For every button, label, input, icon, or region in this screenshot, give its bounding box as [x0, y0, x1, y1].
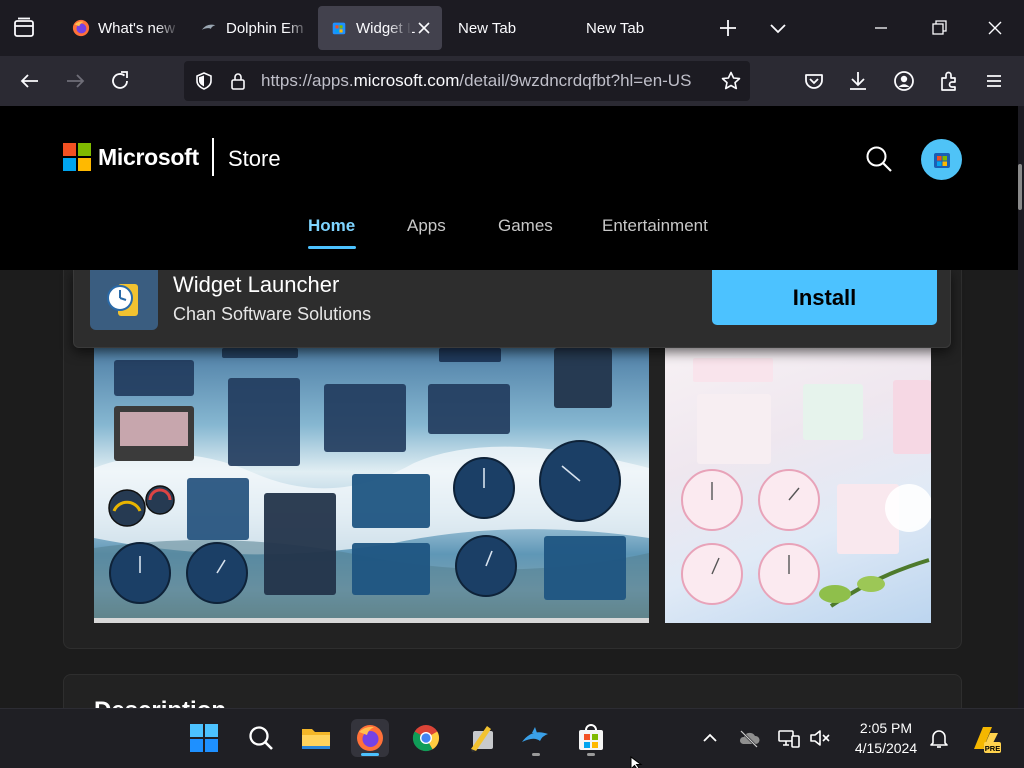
- list-all-tabs-icon[interactable]: [764, 14, 792, 42]
- running-indicator: [361, 753, 379, 756]
- windows-taskbar: 2:05 PM 4/15/2024 PRE: [0, 708, 1024, 768]
- store-wordmark[interactable]: Store: [228, 146, 281, 172]
- taskbar-microsoft-store[interactable]: [572, 719, 610, 757]
- extensions-icon[interactable]: [935, 67, 963, 95]
- microsoft-wordmark[interactable]: Microsoft: [98, 144, 199, 171]
- file-explorer-icon: [302, 729, 330, 749]
- pocket-icon[interactable]: [800, 67, 828, 95]
- clock-time: 2:05 PM: [859, 720, 913, 736]
- taskbar-search-button[interactable]: [242, 719, 280, 757]
- sticky-app-bar: Widget Launcher Chan Software Solutions …: [73, 270, 951, 348]
- url-bar[interactable]: https://apps.microsoft.com/detail/9wzdnc…: [184, 61, 750, 101]
- url-path: /detail/9wzdncrdqfbt?hl=en-US: [459, 71, 692, 90]
- page-scrollbar[interactable]: [1018, 106, 1024, 708]
- firefox-icon: [357, 725, 383, 751]
- microsoft-logo[interactable]: [63, 143, 91, 171]
- taskbar-file-explorer[interactable]: [297, 719, 335, 757]
- tab-new-tab-1[interactable]: New Tab: [446, 6, 570, 50]
- start-button[interactable]: [185, 719, 223, 757]
- new-tab-icon[interactable]: [714, 14, 742, 42]
- volume-muted-icon[interactable]: [808, 726, 832, 750]
- taskbar-paint-app[interactable]: [463, 719, 501, 757]
- taskbar-firefox[interactable]: [351, 719, 389, 757]
- url-text[interactable]: https://apps.microsoft.com/detail/9wzdnc…: [261, 71, 701, 91]
- taskbar-dolphin[interactable]: [517, 719, 555, 757]
- tab-title: New Tab: [458, 19, 517, 37]
- close-window-icon[interactable]: [980, 14, 1010, 42]
- paint-app-icon: [471, 726, 493, 752]
- tab-dolphin[interactable]: Dolphin Em: [188, 6, 310, 50]
- bookmark-star-icon[interactable]: [720, 70, 742, 92]
- reload-icon[interactable]: [106, 67, 134, 95]
- widget-screenshot-image: [681, 358, 931, 608]
- tab-strip: What's new Dolphin Em Widget L New Tab N…: [0, 0, 1024, 56]
- back-icon[interactable]: [16, 67, 44, 95]
- store-icon: [933, 152, 950, 168]
- lock-icon[interactable]: [228, 71, 248, 91]
- show-hidden-icons-chevron-icon[interactable]: [698, 726, 722, 750]
- firefox-view-icon[interactable]: [12, 16, 36, 40]
- tab-title: New Tab: [586, 19, 645, 37]
- network-icon[interactable]: [777, 726, 801, 750]
- taskbar-chrome[interactable]: [407, 719, 445, 757]
- nav-home[interactable]: Home: [308, 216, 355, 236]
- description-heading: Description: [94, 697, 226, 708]
- notifications-bell-icon[interactable]: [927, 726, 951, 750]
- active-nav-indicator: [308, 246, 356, 249]
- tracking-protection-shield-icon[interactable]: [194, 71, 214, 91]
- mouse-cursor-icon: [630, 756, 643, 768]
- widget-screenshot-image: [94, 348, 649, 623]
- app-title: Widget Launcher: [173, 272, 340, 297]
- navigation-toolbar: https://apps.microsoft.com/detail/9wzdnc…: [0, 56, 1024, 106]
- nav-games[interactable]: Games: [498, 216, 553, 236]
- scrollbar-thumb[interactable]: [1018, 164, 1022, 210]
- dolphin-icon: [522, 727, 548, 742]
- svg-text:PRE: PRE: [985, 744, 1000, 753]
- screenshot-1[interactable]: [94, 348, 649, 623]
- tab-whats-new[interactable]: What's new: [60, 6, 180, 50]
- url-domain: microsoft.com: [353, 71, 460, 90]
- nav-apps[interactable]: Apps: [407, 216, 446, 236]
- dolphin-icon: [201, 24, 216, 30]
- copilot-preview-button[interactable]: PRE: [966, 719, 1004, 757]
- system-clock[interactable]: 2:05 PM 4/15/2024: [846, 718, 926, 758]
- store-nav: Home Apps Games Entertainment: [0, 216, 1018, 256]
- search-icon[interactable]: [864, 144, 894, 174]
- nav-entertainment[interactable]: Entertainment: [602, 216, 708, 236]
- downloads-icon[interactable]: [844, 67, 872, 95]
- running-indicator: [532, 753, 540, 756]
- store-icon: [332, 22, 346, 35]
- install-button[interactable]: Install: [712, 270, 937, 325]
- profile-avatar[interactable]: [921, 139, 962, 180]
- menu-icon[interactable]: [980, 67, 1008, 95]
- copilot-pre-icon: PRE: [974, 727, 1001, 753]
- clock-date: 4/15/2024: [854, 740, 918, 756]
- firefox-icon: [72, 19, 90, 37]
- description-card: Description: [63, 674, 962, 708]
- header-divider: [212, 138, 214, 176]
- search-icon: [249, 726, 273, 750]
- close-tab-icon[interactable]: [414, 18, 434, 38]
- forward-icon[interactable]: [61, 67, 89, 95]
- clock-widget-icon: [107, 284, 138, 316]
- tab-new-tab-2[interactable]: New Tab: [574, 6, 698, 50]
- tab-widget-launcher[interactable]: Widget L: [318, 6, 442, 50]
- account-icon[interactable]: [890, 67, 918, 95]
- store-header: Microsoft Store Home Apps Games Entertai…: [0, 106, 1018, 270]
- running-indicator: [587, 753, 595, 756]
- screenshot-2[interactable]: [665, 348, 931, 623]
- app-publisher-link[interactable]: Chan Software Solutions: [173, 304, 371, 325]
- microsoft-store-icon: [579, 724, 603, 750]
- chrome-icon: [412, 725, 440, 752]
- windows-start-icon: [190, 724, 218, 752]
- widget-launcher-app-icon: [90, 270, 158, 330]
- url-prefix: https://apps.: [261, 71, 354, 90]
- minimize-icon[interactable]: [866, 14, 896, 42]
- onedrive-cloud-icon[interactable]: [737, 726, 761, 750]
- restore-icon[interactable]: [924, 14, 954, 42]
